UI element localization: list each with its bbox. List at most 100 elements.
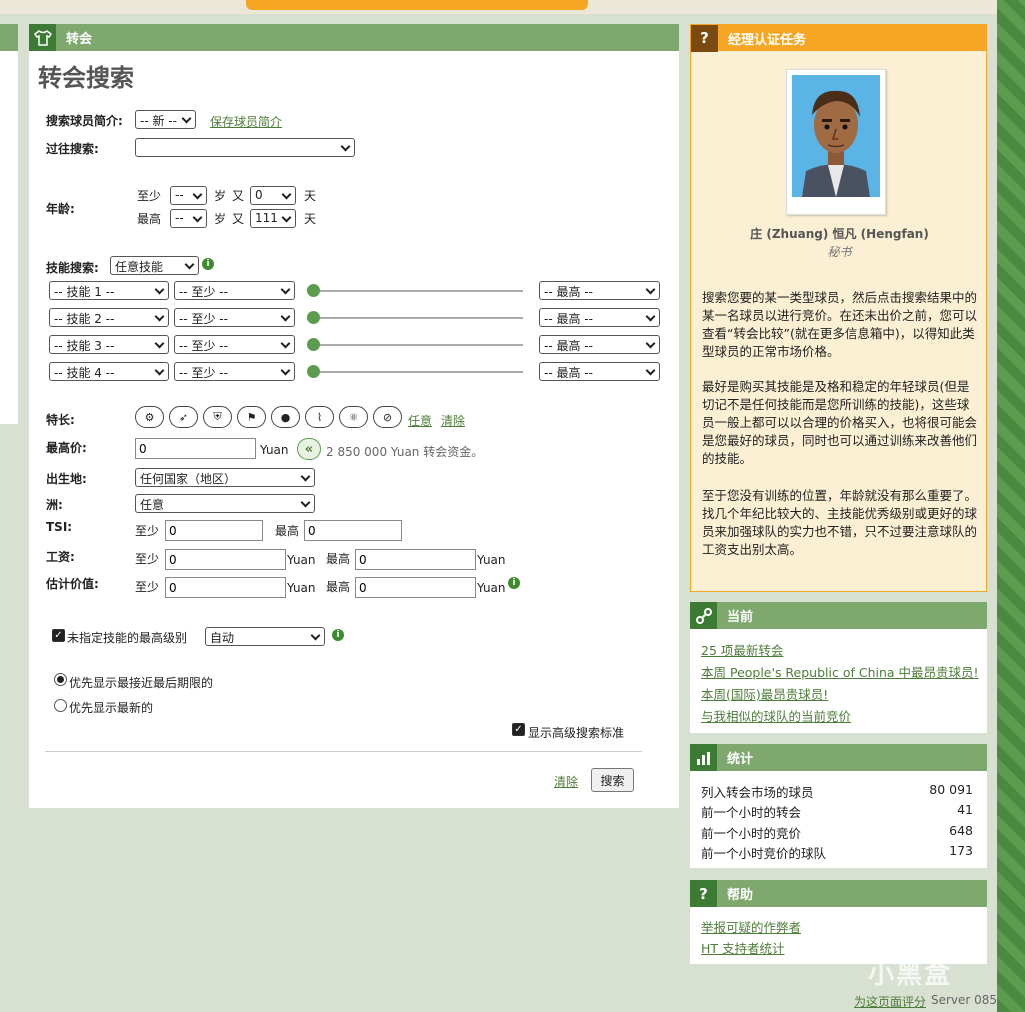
currency-label: Yuan — [477, 553, 506, 567]
skill-slider-handle[interactable] — [307, 365, 320, 378]
international-expensive-link[interactable]: 本周(国际)最昂贵球员! — [701, 684, 828, 703]
sort-newest-radio[interactable] — [54, 699, 67, 712]
wage-max-input[interactable] — [355, 549, 476, 570]
skill-slider-track[interactable] — [313, 371, 523, 373]
skill-slider-handle[interactable] — [307, 284, 320, 297]
manager-portrait — [786, 69, 886, 215]
page-title: 转会搜索 — [38, 64, 134, 92]
stat-value: 41 — [957, 802, 973, 817]
stats-panel-title: 统计 — [727, 752, 754, 767]
stats-panel-header: 统计 — [690, 744, 987, 771]
age-max-days-select[interactable]: 111 — [250, 209, 296, 228]
currency-label: Yuan — [287, 581, 316, 595]
profile-select[interactable]: -- 新 -- — [135, 110, 196, 129]
rate-page-link[interactable]: 为这页面评分 — [854, 993, 926, 1010]
head-specialty-icon[interactable]: ● — [271, 406, 300, 428]
stat-value: 648 — [949, 823, 973, 838]
skill-search-select[interactable]: 任意技能 — [110, 256, 199, 275]
transfer-search-panel: 转会 转会搜索 搜索球员简介: -- 新 -- 保存球员简介 过往搜索: 年龄:… — [29, 24, 679, 808]
wage-min-input[interactable] — [165, 549, 286, 570]
stat-label: 列入转会市场的球员 — [701, 785, 814, 800]
estimate-min-input[interactable] — [165, 577, 286, 598]
max-level-label: 未指定技能的最高级别 — [67, 631, 188, 645]
manager-avatar — [792, 75, 880, 197]
similar-teams-bids-link[interactable]: 与我相似的球队的当前竞价 — [701, 706, 851, 725]
skill-min-select[interactable]: -- 至少 -- — [174, 281, 295, 300]
supporter-stats-link[interactable]: HT 支持者统计 — [701, 938, 785, 957]
estimate-min-label: 至少 — [135, 580, 160, 594]
wage-max-label: 最高 — [326, 552, 351, 566]
skill-slider-handle[interactable] — [307, 311, 320, 324]
skill-max-select[interactable]: -- 最高 -- — [539, 308, 660, 327]
stat-value: 173 — [949, 843, 973, 858]
help-panel: ? 帮助 举报可疑的作弊者 HT 支持者统计 — [690, 880, 987, 964]
past-search-label: 过往搜索: — [46, 142, 99, 156]
skill-max-select[interactable]: -- 最高 -- — [539, 281, 660, 300]
skill-slider-track[interactable] — [313, 290, 523, 292]
funds-text: 2 850 000 Yuan 转会资金。 — [326, 445, 484, 459]
skill-max-select[interactable]: -- 最高 -- — [539, 362, 660, 381]
specialty-any-link[interactable]: 任意 — [408, 412, 432, 429]
search-button[interactable]: 搜索 — [591, 768, 634, 792]
skill-search-label: 技能搜索: — [46, 261, 99, 275]
advanced-checkbox[interactable]: ✓ — [512, 723, 525, 736]
sort-deadline-radio[interactable] — [54, 673, 67, 686]
max-price-label: 最高价: — [46, 441, 87, 455]
no-specialty-icon[interactable]: ⊘ — [373, 406, 402, 428]
fill-funds-icon[interactable]: « — [297, 438, 321, 460]
estimate-max-label: 最高 — [326, 580, 351, 594]
tsi-min-input[interactable] — [165, 520, 263, 541]
resilient-specialty-icon[interactable]: ⌇ — [305, 406, 334, 428]
stat-label: 前一个小时的竞价 — [701, 826, 802, 841]
server-label: Server 085 — [931, 993, 998, 1007]
currency-label: Yuan — [260, 443, 289, 457]
report-cheater-link[interactable]: 举报可疑的作弊者 — [701, 917, 801, 936]
save-profile-link[interactable]: 保存球员简介 — [210, 113, 282, 130]
tsi-min-label: 至少 — [135, 524, 160, 538]
skill-select[interactable]: -- 技能 2 -- — [49, 308, 169, 327]
age-min-years-select[interactable]: -- — [170, 186, 207, 205]
max-level-checkbox[interactable]: ✓ — [52, 629, 65, 642]
max-price-input[interactable] — [135, 438, 256, 459]
technical-specialty-icon[interactable]: ⚙ — [135, 406, 164, 428]
age-min-days-select[interactable]: 0 — [250, 186, 296, 205]
info-icon[interactable]: i — [202, 258, 214, 270]
manager-name: 庄 (Zhuang) 恒凡 (Hengfan) — [750, 227, 929, 241]
powerful-specialty-icon[interactable]: ⛨ — [203, 406, 232, 428]
watermark-logo: 小黑盒 — [868, 960, 953, 990]
estimate-max-input[interactable] — [355, 577, 476, 598]
specialty-clear-link[interactable]: 清除 — [441, 412, 465, 429]
skill-slider-handle[interactable] — [307, 338, 320, 351]
left-edge-panel — [0, 24, 18, 424]
clear-link[interactable]: 清除 — [554, 773, 578, 790]
skill-select[interactable]: -- 技能 3 -- — [49, 335, 169, 354]
tsi-max-label: 最高 — [275, 524, 300, 538]
info-icon[interactable]: i — [332, 629, 344, 641]
wage-min-label: 至少 — [135, 552, 160, 566]
skill-select[interactable]: -- 技能 4 -- — [49, 362, 169, 381]
latest-transfers-link[interactable]: 25 项最新转会 — [701, 640, 783, 659]
support-specialty-icon[interactable]: ⚛ — [339, 406, 368, 428]
skill-min-select[interactable]: -- 至少 -- — [174, 335, 295, 354]
manager-role: 秘书 — [827, 245, 852, 259]
birthplace-select[interactable]: 任何国家（地区） — [135, 468, 315, 487]
skill-select[interactable]: -- 技能 1 -- — [49, 281, 169, 300]
stats-panel: 统计 列入转会市场的球员 80 091 前一个小时的转会 41 前一个小时的竞价… — [690, 744, 987, 868]
question-icon: ? — [690, 880, 717, 907]
quick-specialty-icon[interactable]: ➶ — [169, 406, 198, 428]
skill-max-select[interactable]: -- 最高 -- — [539, 335, 660, 354]
age-max-years-select[interactable]: -- — [170, 209, 207, 228]
max-level-select[interactable]: 自动 — [205, 627, 325, 646]
continent-select[interactable]: 任意 — [135, 494, 315, 513]
skill-min-select[interactable]: -- 至少 -- — [174, 362, 295, 381]
stat-row: 前一个小时的竞价 648 — [701, 823, 973, 842]
past-search-select[interactable] — [135, 138, 355, 157]
skill-slider-track[interactable] — [313, 317, 523, 319]
tsi-max-input[interactable] — [304, 520, 402, 541]
national-expensive-link[interactable]: 本周 People's Republic of China 中最昂贵球员! — [701, 662, 979, 681]
info-icon[interactable]: i — [508, 577, 520, 589]
skill-min-select[interactable]: -- 至少 -- — [174, 308, 295, 327]
advanced-label: 显示高级搜索标准 — [528, 726, 625, 740]
unpredictable-specialty-icon[interactable]: ⚑ — [237, 406, 266, 428]
skill-slider-track[interactable] — [313, 344, 523, 346]
